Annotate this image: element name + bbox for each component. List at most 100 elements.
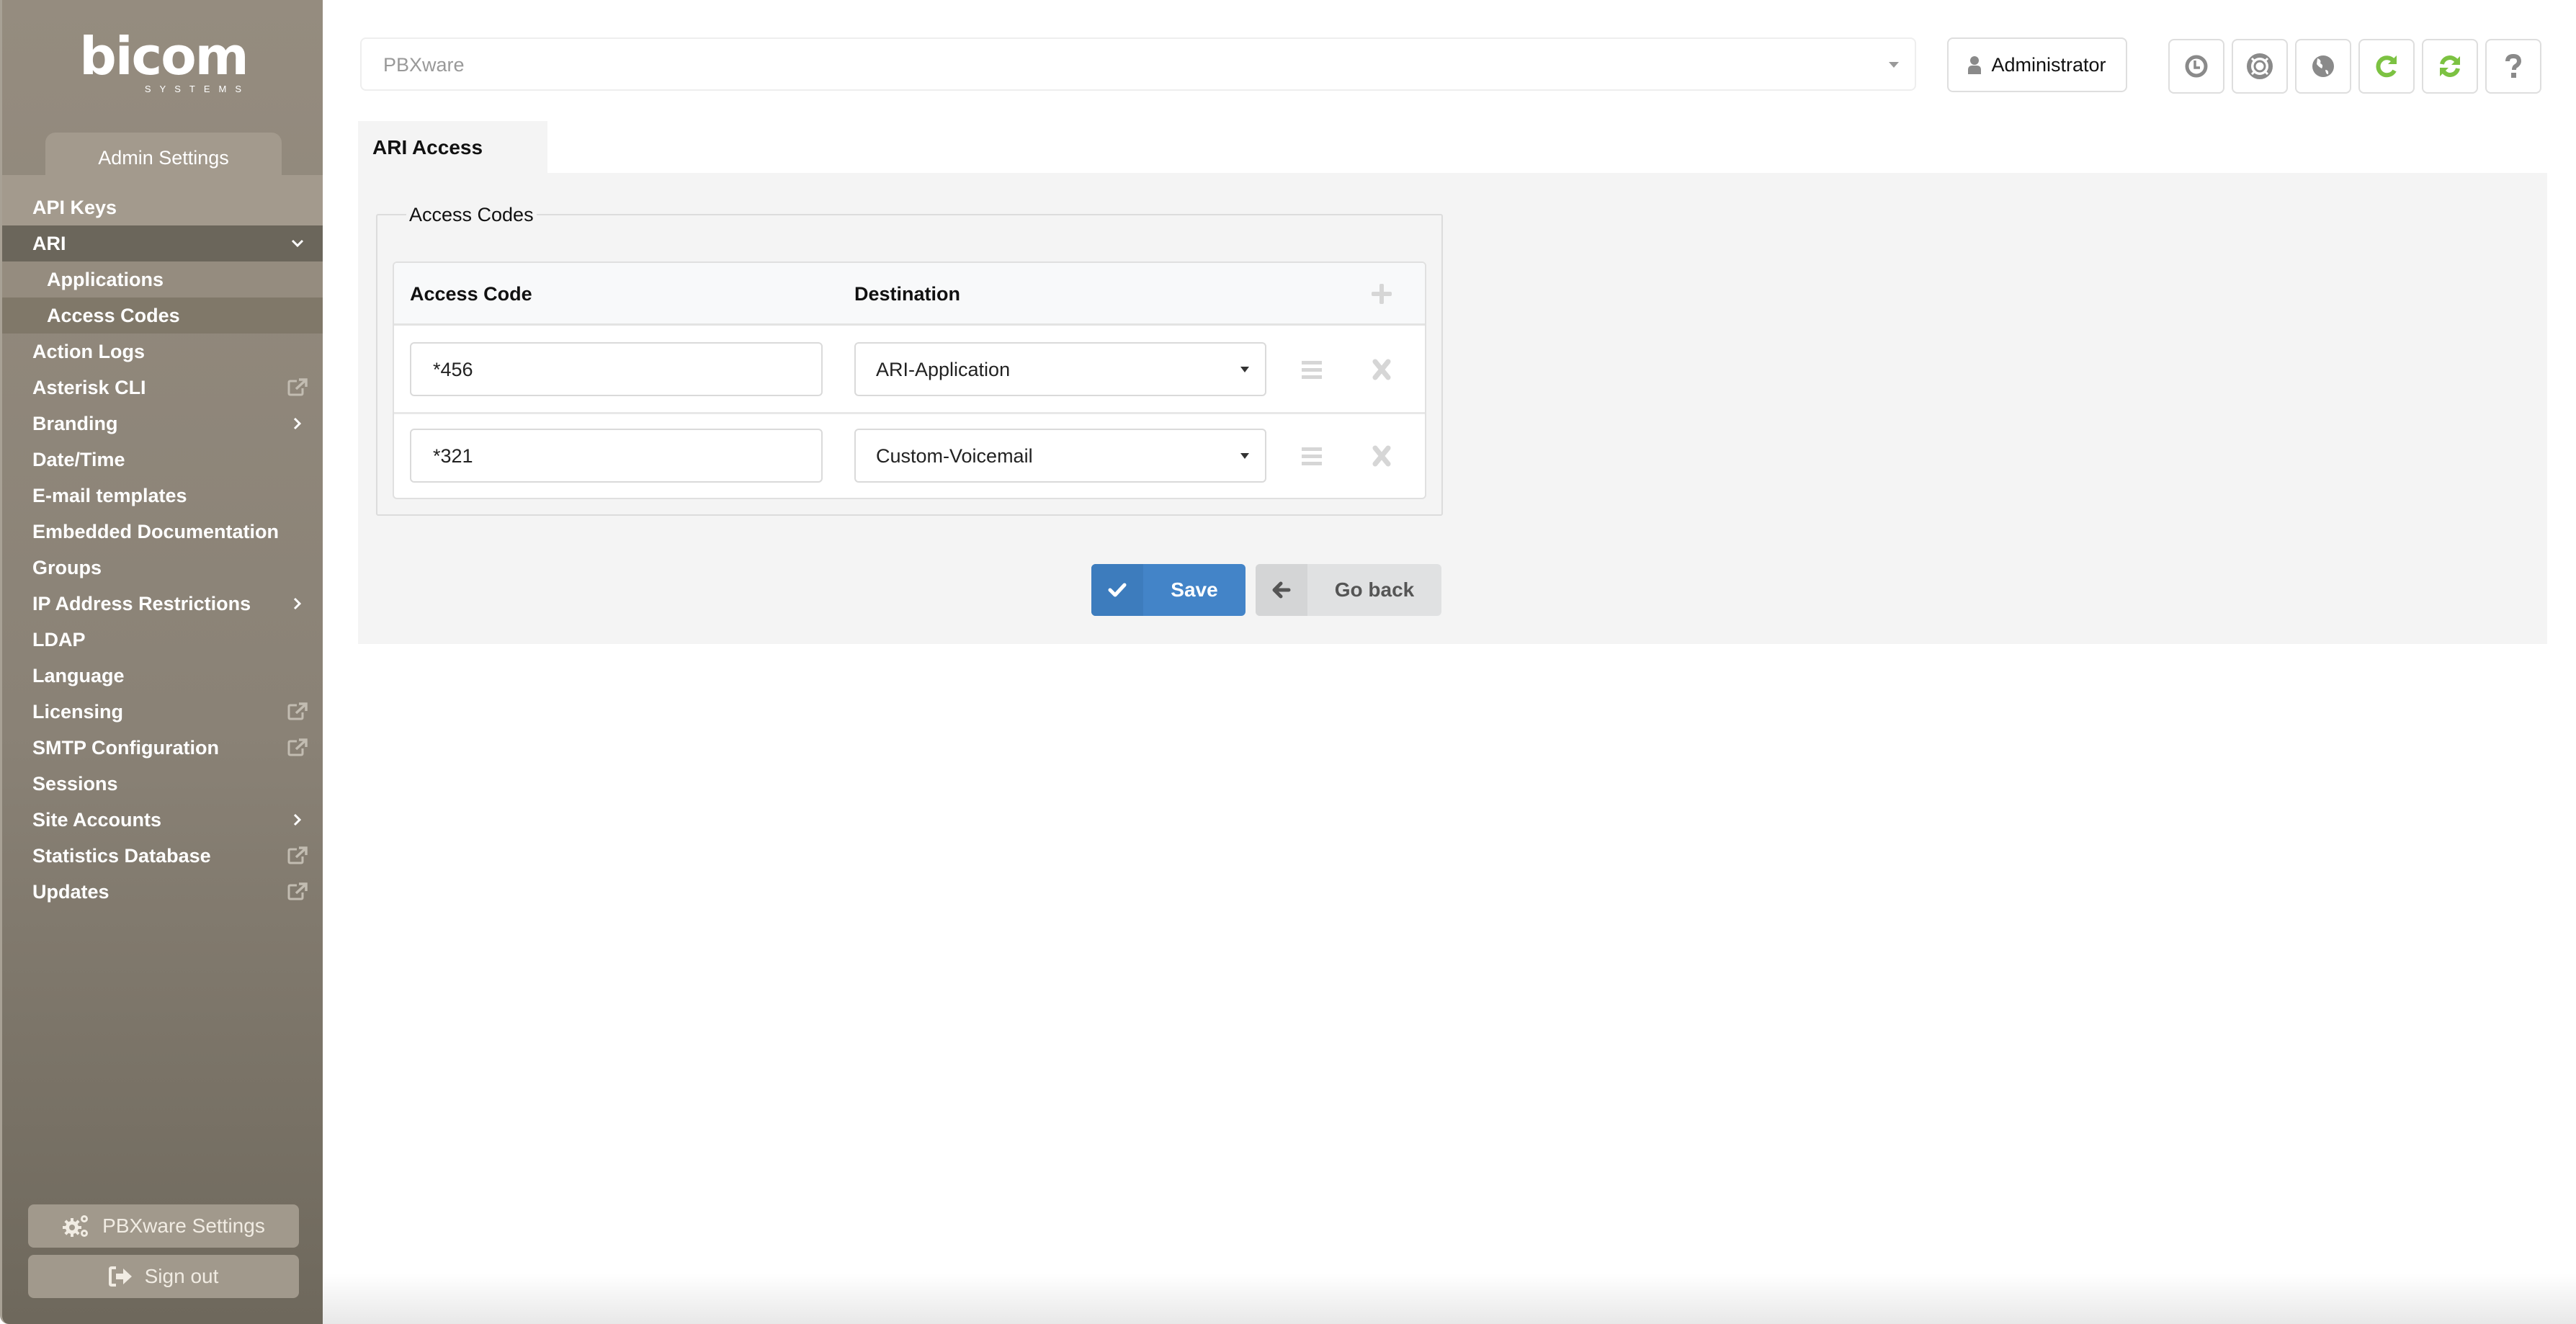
- sidebar-item-label: Action Logs: [32, 341, 145, 362]
- external-link-icon[interactable]: [287, 694, 308, 730]
- chevron-right-icon: [287, 406, 308, 442]
- sidebar-item-licensing[interactable]: Licensing: [2, 694, 323, 730]
- support-button[interactable]: [2232, 39, 2288, 94]
- sidebar-item-ldap[interactable]: LDAP: [2, 622, 323, 658]
- reload-button[interactable]: [2358, 39, 2415, 94]
- sidebar-item-label: Statistics Database: [32, 845, 211, 867]
- chevron-down-icon: [287, 225, 308, 261]
- nav-background: [2, 175, 323, 189]
- sidebar-item-label: Access Codes: [47, 305, 180, 326]
- column-header-destination: Destination: [854, 283, 961, 305]
- column-header-access-code: Access Code: [410, 283, 532, 305]
- sync-button[interactable]: [2422, 39, 2478, 94]
- check-icon: [1108, 583, 1127, 597]
- sidebar-item-label: Branding: [32, 413, 118, 434]
- destination-select-value: ARI-Application: [876, 359, 1011, 380]
- sign-out-icon: [108, 1266, 132, 1287]
- save-icon-area: [1091, 564, 1143, 616]
- sidebar-item-api-keys[interactable]: API Keys: [2, 189, 323, 225]
- sidebar-item-groups[interactable]: Groups: [2, 550, 323, 586]
- sidebar-item-date-time[interactable]: Date/Time: [2, 442, 323, 478]
- history-button[interactable]: [2168, 39, 2224, 94]
- access-codes-table: Access Code Destination *456 ARI-Applica…: [393, 261, 1426, 499]
- arrow-left-icon: [1272, 581, 1291, 599]
- sidebar-item-label: Applications: [47, 269, 164, 290]
- admin-settings-tab[interactable]: Admin Settings: [45, 133, 282, 176]
- product-select[interactable]: PBXware: [360, 37, 1916, 91]
- access-code-input[interactable]: *456: [410, 342, 823, 396]
- life-ring-icon: [2247, 53, 2273, 79]
- sidebar-item-label: ARI: [32, 233, 66, 254]
- user-icon: [1968, 56, 1982, 74]
- sidebar-item-embedded-documentation[interactable]: Embedded Documentation: [2, 514, 323, 550]
- sidebar-item-label: API Keys: [32, 197, 117, 218]
- sidebar-item-smtp-configuration[interactable]: SMTP Configuration: [2, 730, 323, 766]
- sidebar-item-ari[interactable]: ARI: [2, 225, 323, 261]
- destination-select-value: Custom-Voicemail: [876, 445, 1033, 467]
- go-back-label: Go back: [1334, 578, 1415, 601]
- drag-handle-icon[interactable]: [1300, 358, 1323, 381]
- sidebar-item-access-codes[interactable]: Access Codes: [2, 298, 323, 334]
- drag-handle-icon[interactable]: [1300, 444, 1323, 468]
- help-button[interactable]: [2485, 39, 2541, 94]
- sidebar-item-statistics-database[interactable]: Statistics Database: [2, 838, 323, 874]
- sidebar-item-label: SMTP Configuration: [32, 737, 219, 759]
- logo-tagline: SYSTEMS: [144, 84, 250, 94]
- sidebar-item-applications[interactable]: Applications: [2, 261, 323, 298]
- sidebar-item-updates[interactable]: Updates: [2, 874, 323, 910]
- sidebar-item-ip-address-restrictions[interactable]: IP Address Restrictions: [2, 586, 323, 622]
- product-select-value: PBXware: [383, 54, 465, 76]
- sidebar-item-label: Licensing: [32, 701, 124, 723]
- caret-down-icon: [1240, 453, 1249, 459]
- sync-icon: [2440, 55, 2460, 77]
- gears-icon: [63, 1215, 89, 1237]
- external-link-icon[interactable]: [287, 874, 308, 910]
- back-icon-area: [1256, 564, 1307, 616]
- sign-out-label: Sign out: [144, 1265, 219, 1287]
- chevron-right-icon: [287, 802, 308, 838]
- sidebar-item-action-logs[interactable]: Action Logs: [2, 334, 323, 370]
- go-back-button[interactable]: Go back: [1256, 564, 1441, 616]
- external-link-icon[interactable]: [287, 730, 308, 766]
- destination-select[interactable]: Custom-Voicemail: [854, 429, 1266, 483]
- access-code-input[interactable]: *321: [410, 429, 823, 483]
- app-window: bicom SYSTEMS Admin Settings API Keys ARI…: [0, 0, 2576, 1324]
- sidebar-item-sessions[interactable]: Sessions: [2, 766, 323, 802]
- external-link-icon[interactable]: [287, 370, 308, 406]
- sidebar-item-label: Date/Time: [32, 449, 125, 470]
- delete-row-icon[interactable]: [1370, 444, 1393, 468]
- save-label: Save: [1171, 578, 1218, 601]
- sidebar-item-language[interactable]: Language: [2, 658, 323, 694]
- sidebar-item-branding[interactable]: Branding: [2, 406, 323, 442]
- pbxware-settings-button[interactable]: PBXware Settings: [28, 1204, 299, 1248]
- caret-down-icon: [1240, 367, 1249, 372]
- globe-icon: [2312, 55, 2334, 77]
- sign-out-button[interactable]: Sign out: [28, 1255, 299, 1298]
- save-button[interactable]: Save: [1091, 564, 1245, 616]
- chevron-right-icon: [287, 586, 308, 622]
- sidebar-item-label: LDAP: [32, 629, 86, 650]
- language-button[interactable]: [2295, 39, 2351, 94]
- tab-ari-access-codes[interactable]: ARI Access Codes: [358, 121, 547, 211]
- user-menu-button[interactable]: Administrator: [1947, 37, 2127, 92]
- sidebar-item-e-mail-templates[interactable]: E-mail templates: [2, 478, 323, 514]
- destination-select[interactable]: ARI-Application: [854, 342, 1266, 396]
- external-link-icon[interactable]: [287, 838, 308, 874]
- fieldset-legend: Access Codes: [406, 202, 537, 228]
- sidebar-item-label: Asterisk CLI: [32, 377, 146, 398]
- sidebar: bicom SYSTEMS Admin Settings API Keys ARI…: [0, 0, 323, 1324]
- logo-wordmark: bicom: [79, 26, 249, 86]
- table-row: *456 ARI-Application: [394, 328, 1425, 414]
- sidebar-nav: API Keys ARI Applications Access Codes Actio…: [2, 189, 323, 910]
- sidebar-item-label: Groups: [32, 557, 102, 578]
- sidebar-item-label: Language: [32, 665, 125, 686]
- sidebar-item-label: IP Address Restrictions: [32, 593, 251, 614]
- user-label: Administrator: [1991, 53, 2106, 76]
- add-row-icon[interactable]: [1370, 282, 1393, 305]
- sidebar-item-asterisk-cli[interactable]: Asterisk CLI: [2, 370, 323, 406]
- pbxware-settings-label: PBXware Settings: [102, 1215, 265, 1237]
- caret-down-icon: [1889, 62, 1899, 68]
- delete-row-icon[interactable]: [1370, 358, 1393, 381]
- sidebar-item-site-accounts[interactable]: Site Accounts: [2, 802, 323, 838]
- bicom-logo[interactable]: bicom SYSTEMS: [77, 26, 250, 97]
